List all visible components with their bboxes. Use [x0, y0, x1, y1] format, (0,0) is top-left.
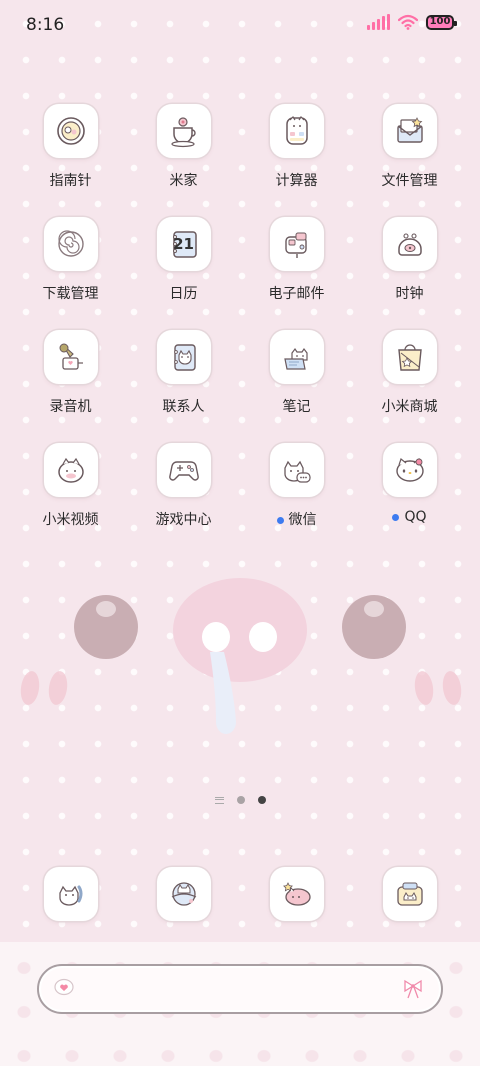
- app-label: 文件管理: [381, 173, 438, 189]
- recorder-icon[interactable]: [43, 330, 98, 384]
- dock-app-messages[interactable]: [127, 867, 240, 921]
- compass-icon[interactable]: [43, 104, 98, 158]
- app-wechat[interactable]: 微信: [240, 443, 353, 529]
- messages-icon[interactable]: [156, 867, 211, 921]
- wallpaper-face-illustration: [0, 560, 480, 780]
- contacts-icon[interactable]: [156, 330, 211, 384]
- calculator-icon[interactable]: [269, 104, 324, 158]
- signal-icon: [367, 14, 390, 30]
- dock-app-browser[interactable]: [240, 867, 353, 921]
- app-label: QQ: [353, 509, 466, 525]
- page-dot-2-active[interactable]: [257, 796, 266, 804]
- app-label: 小米视频: [42, 512, 99, 528]
- new-indicator-dot: [392, 513, 400, 521]
- dock-app-camera[interactable]: [353, 867, 466, 921]
- app-label: 电子邮件: [268, 286, 325, 302]
- notes-icon[interactable]: [269, 330, 324, 384]
- app-file-manager[interactable]: 文件管理: [353, 104, 466, 190]
- phone-icon[interactable]: [43, 867, 98, 921]
- page-dot-1[interactable]: [236, 796, 245, 804]
- status-bar: 8:16 100: [0, 0, 480, 50]
- wechat-icon[interactable]: [269, 443, 324, 497]
- app-label-text: 微信: [288, 512, 317, 528]
- app-label: 下载管理: [42, 286, 99, 302]
- bow-icon[interactable]: [401, 978, 425, 1004]
- app-label: 米家: [169, 173, 198, 189]
- download-manager-icon[interactable]: [43, 217, 98, 271]
- app-list-menu-icon[interactable]: [214, 796, 224, 804]
- app-label: 小米商城: [381, 399, 438, 415]
- camera-icon[interactable]: [382, 867, 437, 921]
- mi-video-icon[interactable]: [43, 443, 98, 497]
- mi-store-icon[interactable]: [382, 330, 437, 384]
- wifi-icon: [398, 14, 418, 30]
- app-label: 游戏中心: [155, 512, 212, 528]
- app-contacts[interactable]: 联系人: [127, 330, 240, 416]
- app-label: 日历: [169, 286, 198, 302]
- status-icons: 100: [367, 14, 457, 30]
- file-manager-icon[interactable]: [382, 104, 437, 158]
- app-clock[interactable]: 时钟: [353, 217, 466, 303]
- app-recorder[interactable]: 录音机: [14, 330, 127, 416]
- battery-icon: 100: [426, 14, 457, 30]
- calendar-date: 21: [173, 235, 194, 253]
- app-label: 笔记: [282, 399, 311, 415]
- app-label: 录音机: [49, 399, 92, 415]
- page-indicator[interactable]: [0, 796, 480, 804]
- app-label: 联系人: [162, 399, 205, 415]
- browser-icon[interactable]: [269, 867, 324, 921]
- app-compass[interactable]: 指南针: [14, 104, 127, 190]
- new-indicator-dot: [276, 516, 284, 524]
- mijia-icon[interactable]: [156, 104, 211, 158]
- app-label: 微信: [240, 509, 353, 529]
- app-label: 时钟: [395, 286, 424, 302]
- calendar-icon[interactable]: 21: [156, 217, 211, 271]
- app-notes[interactable]: 笔记: [240, 330, 353, 416]
- app-calculator[interactable]: 计算器: [240, 104, 353, 190]
- app-mi-video[interactable]: 小米视频: [14, 443, 127, 529]
- search-bar[interactable]: [37, 964, 443, 1014]
- app-download-manager[interactable]: 下载管理: [14, 217, 127, 303]
- game-center-icon[interactable]: [156, 443, 211, 497]
- app-mijia[interactable]: 米家: [127, 104, 240, 190]
- dock-app-phone[interactable]: [14, 867, 127, 921]
- app-qq[interactable]: QQ: [353, 443, 466, 525]
- bottom-search-area: [0, 942, 480, 1066]
- battery-level: 100: [429, 16, 451, 27]
- qq-icon[interactable]: [382, 443, 437, 497]
- app-mi-store[interactable]: 小米商城: [353, 330, 466, 416]
- app-calendar[interactable]: 21 日历: [127, 217, 240, 303]
- heart-bubble-icon[interactable]: [53, 978, 75, 1002]
- app-label: 计算器: [275, 173, 318, 189]
- clock-icon[interactable]: [382, 217, 437, 271]
- app-game-center[interactable]: 游戏中心: [127, 443, 240, 529]
- app-email[interactable]: 电子邮件: [240, 217, 353, 303]
- email-icon[interactable]: [269, 217, 324, 271]
- status-time: 8:16: [26, 15, 65, 35]
- app-label: 指南针: [49, 173, 92, 189]
- app-label-text: QQ: [404, 509, 427, 525]
